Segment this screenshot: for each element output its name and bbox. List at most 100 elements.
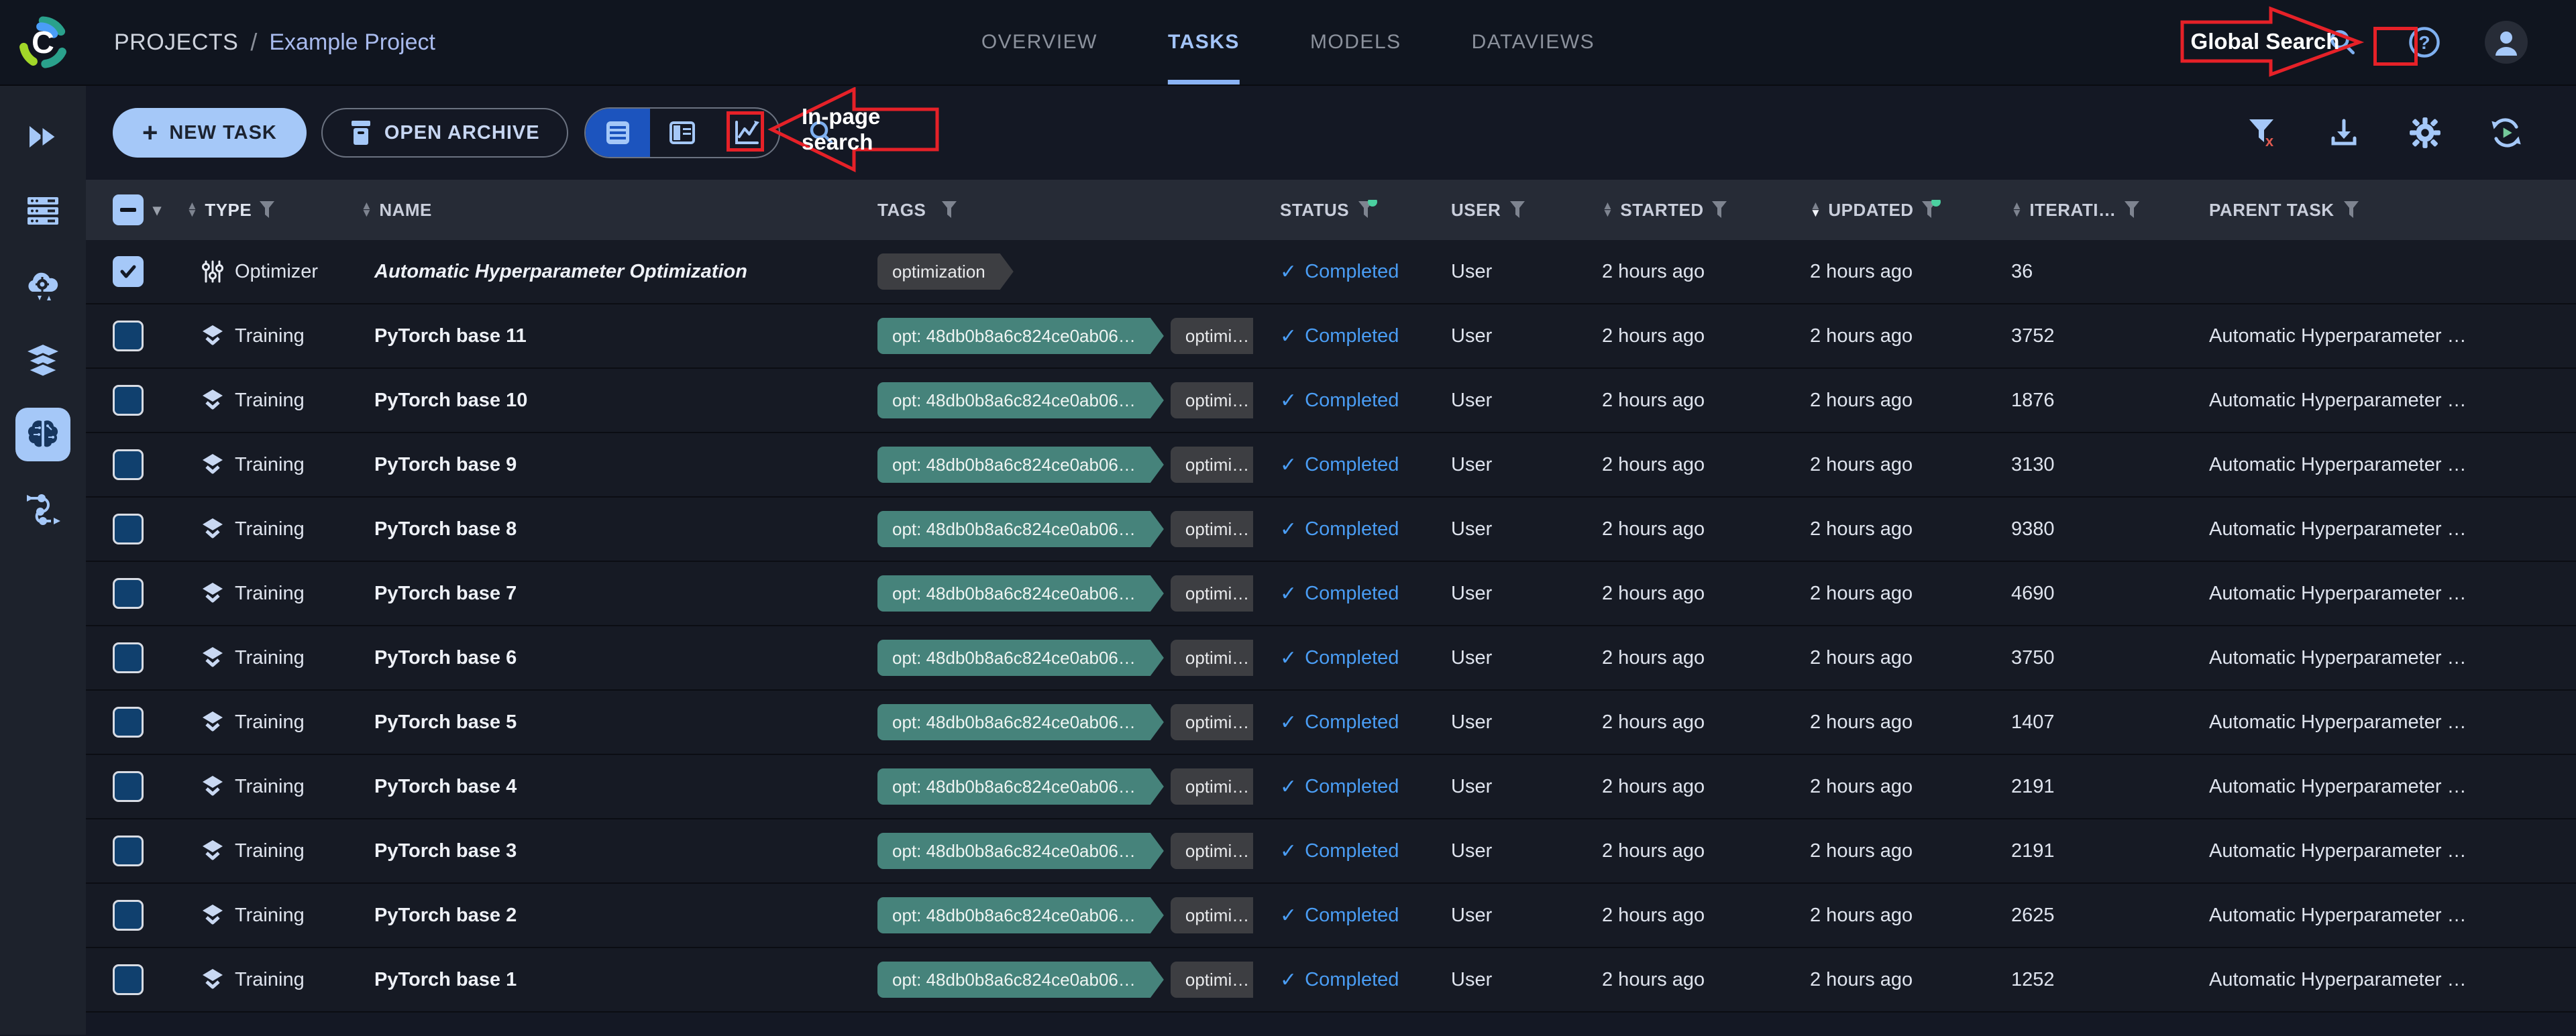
column-header-started[interactable]: STARTED bbox=[1620, 200, 1703, 221]
filter-icon[interactable] bbox=[258, 200, 276, 220]
task-name[interactable]: PyTorch base 5 bbox=[374, 711, 517, 734]
tag-chip[interactable]: opt: 48db0b8a6c824ce0ab06… bbox=[877, 833, 1164, 869]
column-header-status[interactable]: STATUS bbox=[1280, 200, 1349, 221]
tag-chip[interactable]: opt: 48db0b8a6c824ce0ab06… bbox=[877, 768, 1164, 805]
task-name[interactable]: PyTorch base 10 bbox=[374, 390, 527, 412]
tag-chip[interactable]: opt: 48db0b8a6c824ce0ab06… bbox=[877, 511, 1164, 547]
task-name[interactable]: Automatic Hyperparameter Optimization bbox=[374, 261, 747, 283]
row-checkbox[interactable] bbox=[113, 836, 144, 866]
select-all-caret-icon[interactable]: ▾ bbox=[153, 200, 162, 220]
table-row[interactable]: Training PyTorch base 4 opt: 48db0b8a6c8… bbox=[86, 755, 2576, 819]
settings-button[interactable] bbox=[2404, 111, 2447, 154]
user-avatar[interactable] bbox=[2485, 21, 2528, 64]
table-row[interactable]: Training PyTorch base 9 opt: 48db0b8a6c8… bbox=[86, 433, 2576, 498]
table-row[interactable]: Training PyTorch base 2 opt: 48db0b8a6c8… bbox=[86, 884, 2576, 948]
row-checkbox[interactable] bbox=[113, 900, 144, 931]
tab-tasks[interactable]: TASKS bbox=[1168, 0, 1240, 84]
sidebar-item-autoscaler[interactable] bbox=[15, 259, 70, 312]
table-row[interactable]: Training PyTorch base 6 opt: 48db0b8a6c8… bbox=[86, 626, 2576, 691]
task-name[interactable]: PyTorch base 8 bbox=[374, 518, 517, 540]
row-checkbox[interactable] bbox=[113, 642, 144, 673]
column-header-tags[interactable]: TAGS bbox=[877, 200, 926, 221]
sort-icon-descending[interactable]: ▲▼ bbox=[1810, 203, 1821, 217]
sidebar-item-workers[interactable] bbox=[15, 184, 70, 238]
row-checkbox[interactable] bbox=[113, 514, 144, 544]
table-view-button[interactable] bbox=[586, 109, 650, 157]
column-header-type[interactable]: TYPE bbox=[205, 200, 252, 221]
tag-chip[interactable]: opt: 48db0b8a6c824ce0ab06… bbox=[877, 704, 1164, 740]
sort-icon[interactable]: ▲▼ bbox=[186, 203, 198, 217]
download-button[interactable] bbox=[2322, 111, 2365, 154]
help-button[interactable]: ? bbox=[2403, 21, 2446, 64]
column-header-user[interactable]: USER bbox=[1451, 200, 1501, 221]
table-row[interactable]: Training PyTorch base 11 opt: 48db0b8a6c… bbox=[86, 304, 2576, 369]
task-name[interactable]: PyTorch base 3 bbox=[374, 840, 517, 862]
clearml-logo[interactable]: C bbox=[0, 13, 86, 71]
table-row[interactable]: Training PyTorch base 5 opt: 48db0b8a6c8… bbox=[86, 691, 2576, 755]
sort-icon[interactable]: ▲▼ bbox=[2011, 203, 2023, 217]
tag-chip[interactable]: optimi… bbox=[1171, 962, 1253, 998]
tab-models[interactable]: MODELS bbox=[1310, 0, 1401, 84]
select-all-checkbox[interactable] bbox=[113, 194, 144, 225]
tag-chip[interactable]: optimi… bbox=[1171, 447, 1253, 483]
new-task-button[interactable]: + NEW TASK bbox=[113, 108, 307, 158]
in-page-search-button[interactable] bbox=[800, 111, 843, 154]
sidebar-item-getting-started[interactable] bbox=[15, 110, 70, 164]
task-name[interactable]: PyTorch base 9 bbox=[374, 454, 517, 476]
tab-overview[interactable]: OVERVIEW bbox=[981, 0, 1097, 84]
sidebar-item-projects[interactable] bbox=[15, 408, 70, 461]
tag-chip[interactable]: opt: 48db0b8a6c824ce0ab06… bbox=[877, 382, 1164, 418]
row-checkbox[interactable] bbox=[113, 321, 144, 351]
column-header-name[interactable]: NAME bbox=[379, 200, 432, 221]
tag-chip[interactable]: optimization bbox=[877, 253, 1014, 290]
filter-icon[interactable] bbox=[1509, 200, 1526, 220]
tag-chip[interactable]: opt: 48db0b8a6c824ce0ab06… bbox=[877, 447, 1164, 483]
filter-icon[interactable] bbox=[1711, 200, 1728, 220]
table-row[interactable]: Training PyTorch base 1 opt: 48db0b8a6c8… bbox=[86, 948, 2576, 1013]
row-checkbox-checked[interactable] bbox=[113, 256, 144, 287]
task-name[interactable]: PyTorch base 7 bbox=[374, 583, 517, 605]
table-row[interactable]: Training PyTorch base 3 opt: 48db0b8a6c8… bbox=[86, 819, 2576, 884]
task-name[interactable]: PyTorch base 11 bbox=[374, 325, 527, 347]
task-name[interactable]: PyTorch base 6 bbox=[374, 647, 517, 669]
filter-icon-active[interactable] bbox=[1921, 200, 1938, 220]
auto-refresh-button[interactable] bbox=[2485, 111, 2528, 154]
filter-icon[interactable] bbox=[941, 200, 958, 220]
row-checkbox[interactable] bbox=[113, 771, 144, 802]
tag-chip[interactable]: optimi… bbox=[1171, 640, 1253, 676]
task-name[interactable]: PyTorch base 4 bbox=[374, 776, 517, 798]
row-checkbox[interactable] bbox=[113, 385, 144, 416]
sort-icon[interactable]: ▲▼ bbox=[361, 203, 372, 217]
breadcrumb-current-project[interactable]: Example Project bbox=[269, 30, 435, 56]
table-row[interactable]: Training PyTorch base 7 opt: 48db0b8a6c8… bbox=[86, 562, 2576, 626]
tag-chip[interactable]: opt: 48db0b8a6c824ce0ab06… bbox=[877, 640, 1164, 676]
column-header-parent-task[interactable]: PARENT TASK bbox=[2209, 200, 2334, 221]
tag-chip[interactable]: optimi… bbox=[1171, 704, 1253, 740]
column-header-iteration[interactable]: ITERATI… bbox=[2029, 200, 2116, 221]
tag-chip[interactable]: opt: 48db0b8a6c824ce0ab06… bbox=[877, 575, 1164, 612]
breadcrumb-projects[interactable]: PROJECTS bbox=[114, 30, 238, 56]
tag-chip[interactable]: optimi… bbox=[1171, 511, 1253, 547]
row-checkbox[interactable] bbox=[113, 964, 144, 995]
tab-dataviews[interactable]: DATAVIEWS bbox=[1472, 0, 1595, 84]
table-row[interactable]: Training PyTorch base 10 opt: 48db0b8a6c… bbox=[86, 369, 2576, 433]
sidebar-item-datasets[interactable] bbox=[15, 333, 70, 387]
sidebar-item-pipelines[interactable] bbox=[15, 482, 70, 536]
tag-chip[interactable]: opt: 48db0b8a6c824ce0ab06… bbox=[877, 897, 1164, 933]
filter-icon[interactable] bbox=[2123, 200, 2141, 220]
row-checkbox[interactable] bbox=[113, 449, 144, 480]
global-search-button[interactable] bbox=[2321, 21, 2364, 64]
row-checkbox[interactable] bbox=[113, 578, 144, 609]
table-row[interactable]: Training PyTorch base 8 opt: 48db0b8a6c8… bbox=[86, 498, 2576, 562]
table-row[interactable]: Optimizer Automatic Hyperparameter Optim… bbox=[86, 240, 2576, 304]
detail-view-button[interactable] bbox=[650, 109, 714, 157]
column-header-updated[interactable]: UPDATED bbox=[1828, 200, 1913, 221]
sort-icon[interactable]: ▲▼ bbox=[1602, 203, 1613, 217]
tag-chip[interactable]: optimi… bbox=[1171, 768, 1253, 805]
task-name[interactable]: PyTorch base 1 bbox=[374, 969, 517, 991]
tag-chip[interactable]: optimi… bbox=[1171, 897, 1253, 933]
row-checkbox[interactable] bbox=[113, 707, 144, 738]
filter-icon[interactable] bbox=[2343, 200, 2360, 220]
task-name[interactable]: PyTorch base 2 bbox=[374, 905, 517, 927]
tag-chip[interactable]: optimi… bbox=[1171, 382, 1253, 418]
